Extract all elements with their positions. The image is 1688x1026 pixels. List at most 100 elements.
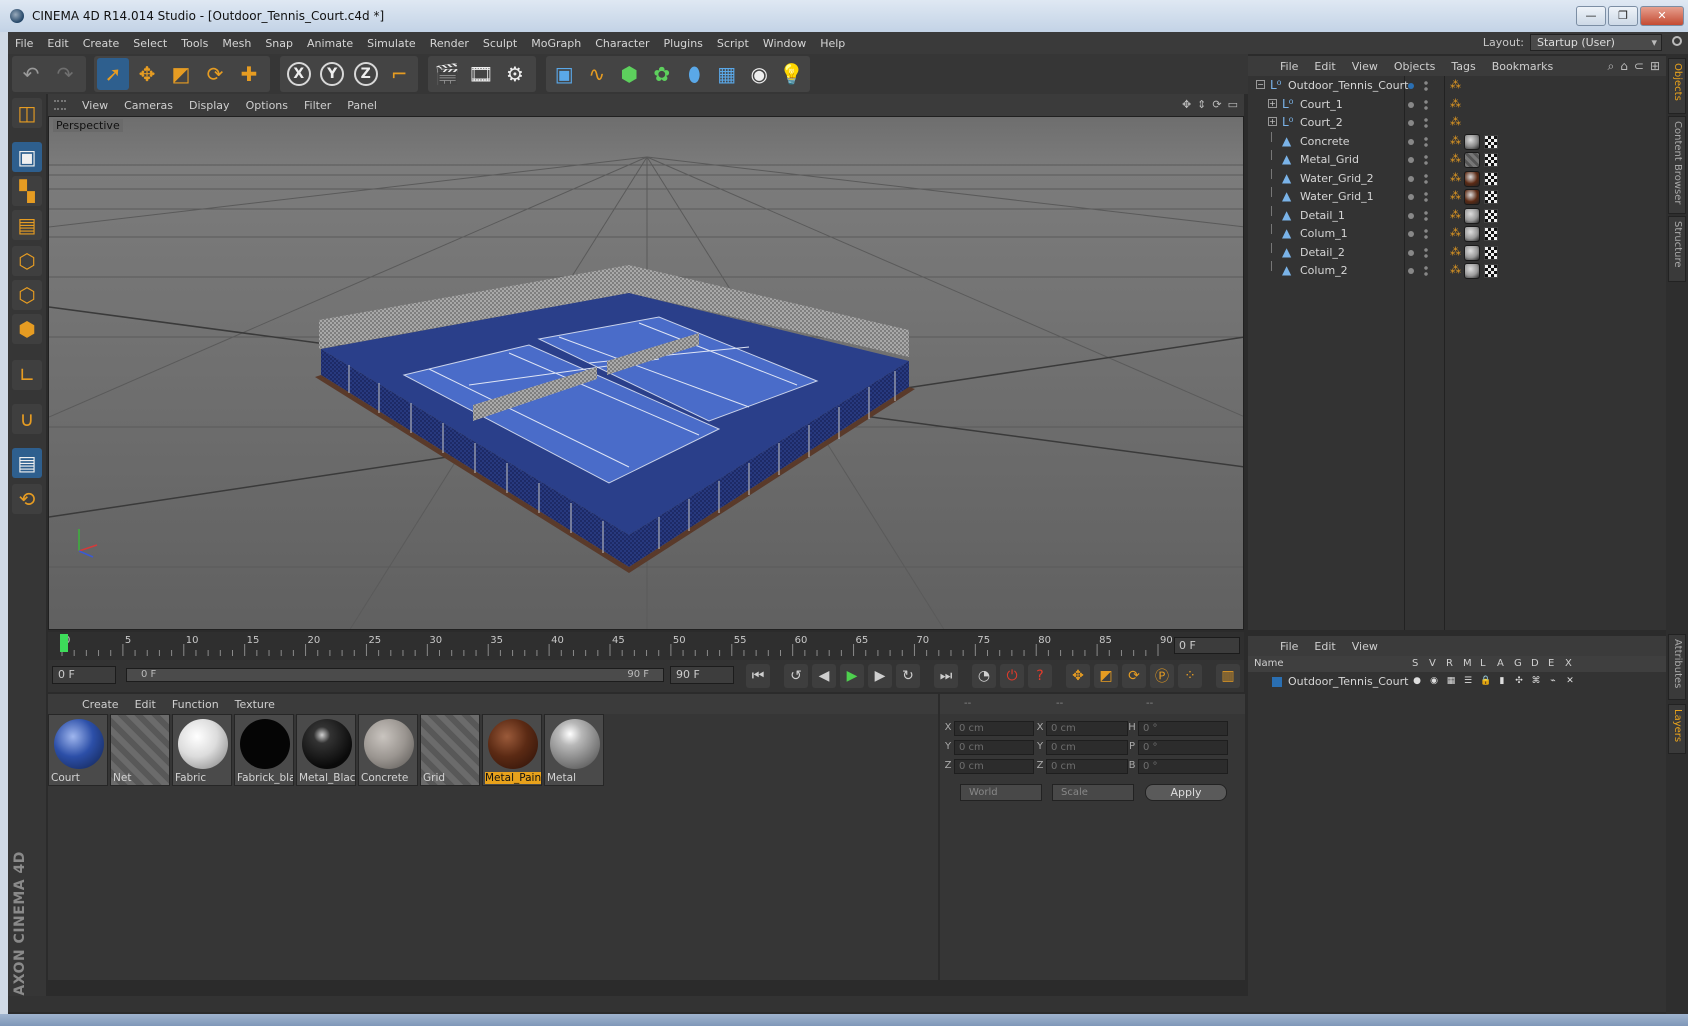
tab-attributes[interactable]: Attributes [1668,634,1686,700]
layer-name[interactable]: Outdoor_Tennis_Court [1288,675,1408,688]
new-window-icon[interactable]: ⊞ [1650,59,1660,74]
menu-plugins[interactable]: Plugins [657,37,710,50]
deformer-icon[interactable]: ⬮ [679,58,710,90]
record-active-objects-icon[interactable]: ◔ [972,664,996,688]
layer-solo-icon[interactable]: ● [1412,676,1422,687]
layer-render-icon[interactable]: ▦ [1446,676,1456,687]
uvw-tag-icon[interactable] [1484,190,1498,204]
tab-structure[interactable]: Structure [1668,216,1686,282]
visibility-dots-icon[interactable] [1424,135,1428,148]
previous-frame-icon[interactable]: ◀ [812,664,836,688]
layer-row[interactable]: Outdoor_Tennis_Court ● ◉ ▦ ☰ 🔒 ▮ ✣ ⌘ ⌁ ✕ [1248,674,1666,690]
menu-simulate[interactable]: Simulate [360,37,423,50]
layers-menu-view[interactable]: View [1344,640,1386,653]
texture-tag-icon[interactable] [1464,226,1480,242]
expand-toggle-icon[interactable]: + [1268,117,1277,126]
tag-icon[interactable]: ⁂ [1450,171,1462,184]
menu-help[interactable]: Help [813,37,852,50]
viewport-menu-panel[interactable]: Panel [339,99,385,112]
viewport-menu-options[interactable]: Options [238,99,296,112]
material-court[interactable]: Court [48,714,108,786]
object-name[interactable]: Concrete [1300,135,1350,148]
tag-icon[interactable]: ⁂ [1450,134,1462,147]
tag-icon[interactable]: ⁂ [1450,116,1462,128]
axis-mode-icon[interactable]: ∟ [12,360,42,390]
cloner-icon[interactable]: ✿ [647,58,678,90]
object-name[interactable]: Court_2 [1300,116,1343,129]
visibility-dots-icon[interactable] [1424,117,1428,129]
object-row[interactable]: ▲ Water_Grid_1 ⁂ [1248,187,1666,207]
link-icon[interactable]: ⊂ [1634,59,1644,74]
go-to-start-icon[interactable]: ⏮ [746,664,770,688]
objects-menu-objects[interactable]: Objects [1386,60,1444,73]
record-parameter-icon[interactable]: Ⓟ [1150,664,1174,688]
layer-indicator[interactable] [1408,249,1414,256]
material-metal[interactable]: Metal [544,714,604,786]
add-object-icon[interactable]: ✚ [233,58,265,90]
texture-tag-icon[interactable] [1464,244,1480,261]
object-name[interactable]: Detail_2 [1300,246,1345,259]
rotation-p-field[interactable]: 0 ° [1138,740,1228,755]
visibility-dots-icon[interactable] [1424,265,1428,277]
coordinate-system-dropdown[interactable]: World [960,784,1042,801]
objects-menu-bookmarks[interactable]: Bookmarks [1484,60,1561,73]
object-row[interactable]: − L⁰ Outdoor_Tennis_Court ⁂ [1248,76,1666,96]
cube-icon[interactable]: ▣ [549,58,580,90]
viewport-zoom-icon[interactable]: ⇕ [1197,98,1206,111]
layer-indicator[interactable] [1408,138,1414,145]
object-row[interactable]: ▲ Concrete ⁂ [1248,131,1666,152]
go-to-end-icon[interactable]: ⏭ [934,664,958,688]
tab-objects[interactable]: Objects [1668,58,1686,114]
object-name[interactable]: Outdoor_Tennis_Court [1288,79,1408,92]
objects-menu-tags[interactable]: Tags [1443,60,1483,73]
expand-toggle-icon[interactable]: − [1256,80,1265,89]
layer-indicator[interactable] [1408,83,1414,89]
size-y-field[interactable]: 0 cm [1046,740,1128,755]
record-point-level-icon[interactable]: ⁘ [1178,664,1202,688]
viewport-pan-icon[interactable]: ✥ [1182,98,1191,111]
rotation-h-field[interactable]: 0 ° [1138,721,1228,736]
layer-xref-icon[interactable]: ✕ [1565,676,1575,687]
texture-mode-icon[interactable]: ▚ [12,176,42,206]
visibility-dots-icon[interactable] [1424,191,1428,203]
uvw-tag-icon[interactable] [1484,153,1498,167]
panel-grip-icon[interactable] [54,100,66,110]
layer-indicator[interactable] [1408,231,1414,237]
layer-lock-icon[interactable]: 🔒 [1480,676,1491,687]
object-name[interactable]: Detail_1 [1300,209,1345,222]
search-icon[interactable] [1672,36,1682,46]
layer-manager-icon[interactable]: ☰ [1463,676,1473,687]
timeline-window-icon[interactable]: ▥ [1216,664,1240,688]
object-row[interactable]: ▲ Detail_2 ⁂ [1248,242,1666,263]
expand-toggle-icon[interactable]: + [1268,98,1277,108]
object-row[interactable]: ▲ Water_Grid_2 ⁂ [1248,168,1666,189]
restore-button[interactable]: ❐ [1608,6,1638,26]
layers-menu-edit[interactable]: Edit [1306,640,1343,653]
object-row[interactable]: ▲ Detail_1 ⁂ [1248,205,1666,226]
world-coordinates-icon[interactable]: ⌐ [384,58,416,90]
next-key-icon[interactable]: ↻ [896,664,920,688]
material-menu-texture[interactable]: Texture [227,698,283,711]
viewport-menu-cameras[interactable]: Cameras [116,99,181,112]
objects-menu-edit[interactable]: Edit [1306,60,1343,73]
x-axis-lock-icon[interactable]: X [283,58,315,90]
texture-tag-icon[interactable] [1464,133,1480,150]
size-mode-dropdown[interactable]: Scale [1052,784,1134,801]
position-y-field[interactable]: 0 cm [954,740,1034,755]
layer-indicator[interactable] [1408,101,1414,108]
visibility-dots-icon[interactable] [1424,228,1428,240]
workplane-lock-icon[interactable]: ▤ [12,448,42,478]
end-frame-field[interactable]: 90 F [670,666,734,684]
viewport-orbit-icon[interactable]: ⟳ [1212,98,1221,111]
tag-icon[interactable]: ⁂ [1450,227,1462,239]
render-picture-viewer-icon[interactable]: 🎞 [465,58,497,90]
tag-icon[interactable]: ⁂ [1450,79,1462,91]
object-row[interactable]: ▲ Metal_Grid ⁂ [1248,150,1666,170]
timeline-ruler[interactable]: 051015202530354045505560657075808590 0 F [48,632,1244,660]
next-frame-icon[interactable]: ▶ [868,664,892,688]
model-mode-icon[interactable]: ▣ [12,142,42,172]
position-z-field[interactable]: 0 cm [954,759,1034,774]
layer-indicator[interactable] [1408,120,1414,126]
viewport-toggle-icon[interactable]: ▭ [1228,98,1238,111]
texture-tag-icon[interactable] [1464,152,1480,168]
